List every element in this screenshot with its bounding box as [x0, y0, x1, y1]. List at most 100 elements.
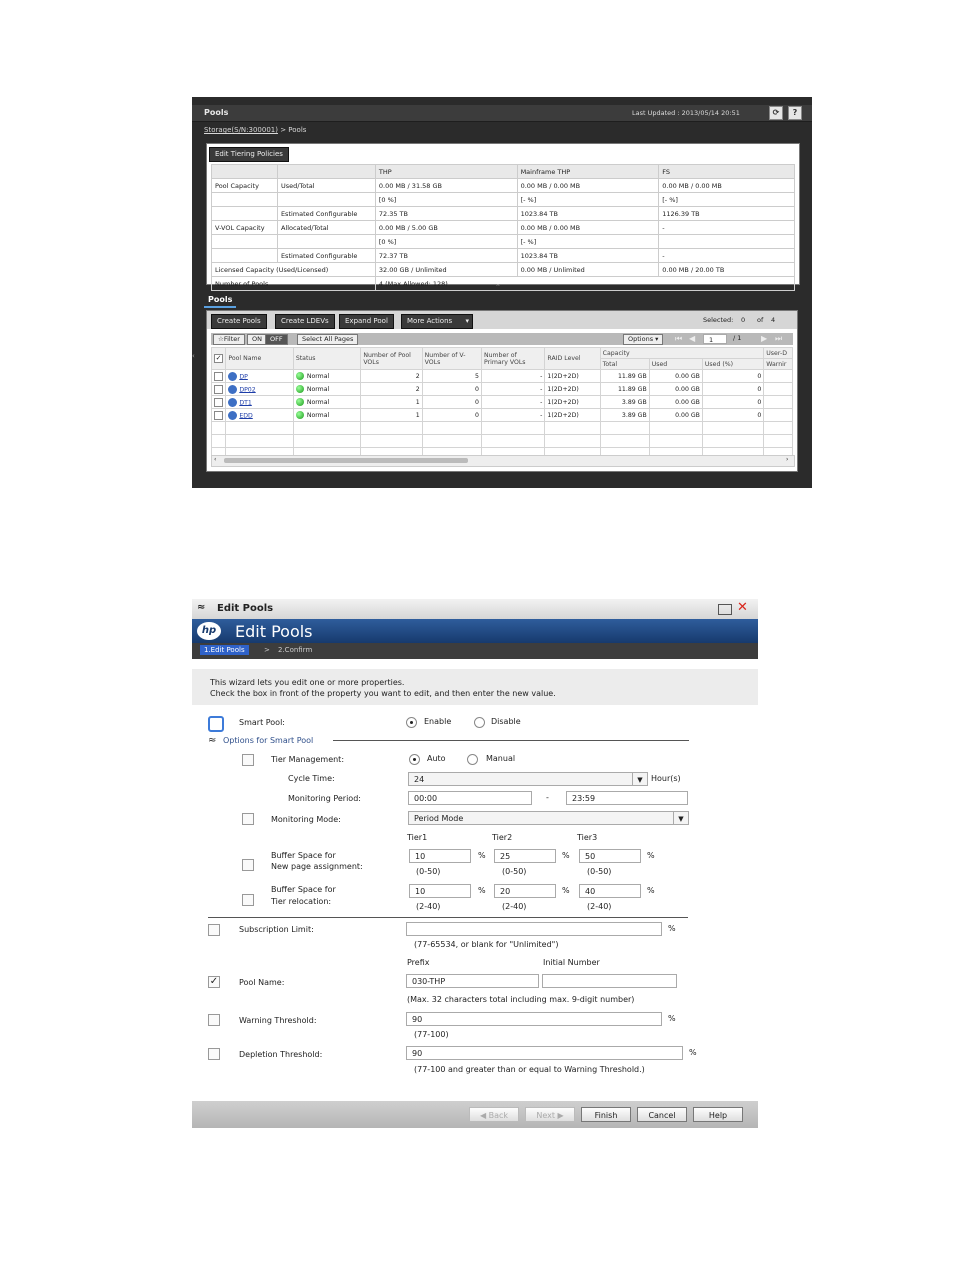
create-ldevs-button[interactable]: Create LDEVs: [275, 314, 335, 329]
create-pools-button[interactable]: Create Pools: [211, 314, 267, 329]
buffer-new-tier3-input[interactable]: 50: [579, 849, 641, 863]
pool-name-prefix-input[interactable]: 030-THP: [406, 974, 539, 988]
collapse-options-icon[interactable]: ≈: [208, 735, 216, 746]
side-collapse-icon[interactable]: ‹: [192, 352, 195, 360]
finish-button[interactable]: Finish: [581, 1107, 631, 1122]
scroll-left-icon[interactable]: ‹: [214, 456, 216, 463]
buffer-reloc-tier2-input[interactable]: 20: [494, 884, 556, 898]
summary-cell: [211, 206, 278, 221]
row-checkbox[interactable]: [214, 371, 223, 381]
cell-primary: -: [480, 382, 546, 396]
smart-pool-enable-radio[interactable]: [406, 717, 417, 728]
prev-page-icon[interactable]: ◀: [689, 334, 695, 343]
depletion-threshold-checkbox[interactable]: [208, 1048, 220, 1060]
smart-pool-checkbox[interactable]: [208, 716, 224, 732]
buffer-reloc-tier1-input[interactable]: 10: [409, 884, 471, 898]
help-button[interactable]: ?: [788, 106, 802, 120]
header-checkbox-cell[interactable]: [210, 347, 227, 370]
buffer-reloc-tier3-input[interactable]: 40: [579, 884, 641, 898]
filter-on-button[interactable]: ON: [247, 334, 267, 345]
row-checkbox[interactable]: [214, 384, 223, 394]
table-row[interactable]: DT1 Normal 1 0-1(2D+2D) 3.89 GB 0.00 GB 0: [210, 395, 793, 409]
refresh-button[interactable]: ⟳: [769, 106, 783, 120]
filter-button[interactable]: ☆Filter: [213, 334, 245, 345]
col-total[interactable]: Total: [599, 358, 650, 370]
of-label: of: [757, 316, 764, 324]
collapse-icon[interactable]: ≈: [197, 602, 205, 613]
col-used-pct[interactable]: Used (%): [701, 358, 765, 370]
maximize-icon[interactable]: [718, 604, 732, 615]
cell-total: 3.89 GB: [599, 408, 650, 422]
next-page-icon[interactable]: ▶: [761, 334, 767, 343]
col-used[interactable]: Used: [648, 358, 703, 370]
monitoring-period-start-input[interactable]: 00:00: [408, 791, 532, 805]
table-row[interactable]: DP02 Normal 2 0-1(2D+2D) 11.89 GB 0.00 GB 0: [210, 382, 793, 396]
breadcrumb-storage-link[interactable]: Storage(S/N:300001): [204, 126, 278, 134]
scrollbar-thumb[interactable]: [224, 458, 468, 463]
help-button[interactable]: Help: [693, 1107, 743, 1122]
tier-auto-radio[interactable]: [409, 754, 420, 765]
table-row[interactable]: DP Normal 2 5-1(2D+2D) 11.89 GB 0.00 GB 0: [210, 369, 793, 383]
select-all-pages-button[interactable]: Select All Pages: [297, 334, 359, 345]
buffer-relocation-checkbox[interactable]: [242, 894, 254, 906]
col-warning[interactable]: Warnir: [763, 358, 793, 370]
pool-name-initial-number-input[interactable]: [542, 974, 677, 988]
col-user-defined[interactable]: User-D: [763, 347, 793, 359]
select-all-checkbox[interactable]: [214, 354, 223, 363]
scroll-right-icon[interactable]: ›: [786, 456, 788, 463]
last-page-icon[interactable]: ⏭: [775, 334, 782, 344]
monitoring-mode-select[interactable]: Period Mode ▼: [408, 811, 689, 825]
monitoring-mode-checkbox[interactable]: [242, 813, 254, 825]
pool-name-link[interactable]: EDD: [239, 412, 252, 419]
cell-total: 11.89 GB: [599, 369, 650, 383]
col-vvols[interactable]: Number of V-VOLs: [421, 347, 482, 370]
summary-cell: Estimated Configurable: [276, 248, 376, 263]
row-checkbox-cell[interactable]: [210, 369, 227, 383]
tier-management-checkbox[interactable]: [242, 754, 254, 766]
buffer-new-tier2-input[interactable]: 25: [494, 849, 556, 863]
first-page-icon[interactable]: ⏮: [675, 334, 682, 344]
row-checkbox[interactable]: [214, 397, 223, 407]
cycle-time-select[interactable]: 24 ▼: [408, 772, 648, 786]
pool-name-link[interactable]: DP02: [239, 386, 255, 393]
tab-pools[interactable]: Pools: [204, 293, 237, 308]
subscription-limit-input[interactable]: [406, 922, 662, 936]
col-raid-level[interactable]: RAID Level: [544, 347, 601, 370]
row-checkbox[interactable]: [214, 410, 223, 420]
edit-tiering-policies-button[interactable]: Edit Tiering Policies: [209, 147, 289, 162]
summary-cell: -: [658, 220, 795, 235]
col-primary-vols[interactable]: Number of Primary VOLs: [480, 347, 546, 370]
col-pool-name[interactable]: Pool Name: [225, 347, 294, 370]
col-pool-vols[interactable]: Number of Pool VOLs: [360, 347, 423, 370]
filter-off-button[interactable]: OFF: [265, 334, 288, 345]
more-actions-button[interactable]: More Actions ▾: [401, 314, 473, 329]
pool-name-link[interactable]: DP: [239, 373, 248, 380]
buffer-new-page-checkbox[interactable]: [242, 859, 254, 871]
collapse-arrow-icon[interactable]: ⌃: [495, 283, 501, 291]
depletion-threshold-input[interactable]: 90: [406, 1046, 683, 1060]
cancel-button[interactable]: Cancel: [637, 1107, 687, 1122]
cell-pct: 0: [701, 395, 765, 409]
subscription-limit-checkbox[interactable]: [208, 924, 220, 936]
pool-name-checkbox[interactable]: [208, 976, 220, 988]
buffer-new-tier1-input[interactable]: 10: [409, 849, 471, 863]
back-button[interactable]: ◀ Back: [469, 1107, 519, 1122]
col-status[interactable]: Status: [292, 347, 362, 370]
expand-pool-button[interactable]: Expand Pool: [339, 314, 394, 329]
table-row[interactable]: EDD Normal 1 0-1(2D+2D) 3.89 GB 0.00 GB 0: [210, 408, 793, 422]
smart-pool-disable-radio[interactable]: [474, 717, 485, 728]
tier-manual-radio[interactable]: [467, 754, 478, 765]
row-checkbox-cell[interactable]: [210, 408, 227, 422]
pool-name-link[interactable]: DT1: [239, 399, 251, 406]
page-number-input[interactable]: 1: [703, 334, 727, 344]
horizontal-scrollbar[interactable]: ‹ ›: [211, 455, 795, 467]
next-button[interactable]: Next ▶: [525, 1107, 575, 1122]
buffer-reloc-label-2: Tier relocation:: [271, 897, 332, 906]
monitoring-period-end-input[interactable]: 23:59: [566, 791, 688, 805]
close-icon[interactable]: ✕: [737, 600, 748, 615]
warning-threshold-input[interactable]: 90: [406, 1012, 662, 1026]
options-button[interactable]: Options ▾: [623, 334, 664, 345]
warning-threshold-checkbox[interactable]: [208, 1014, 220, 1026]
row-checkbox-cell[interactable]: [210, 382, 227, 396]
row-checkbox-cell[interactable]: [210, 395, 227, 409]
